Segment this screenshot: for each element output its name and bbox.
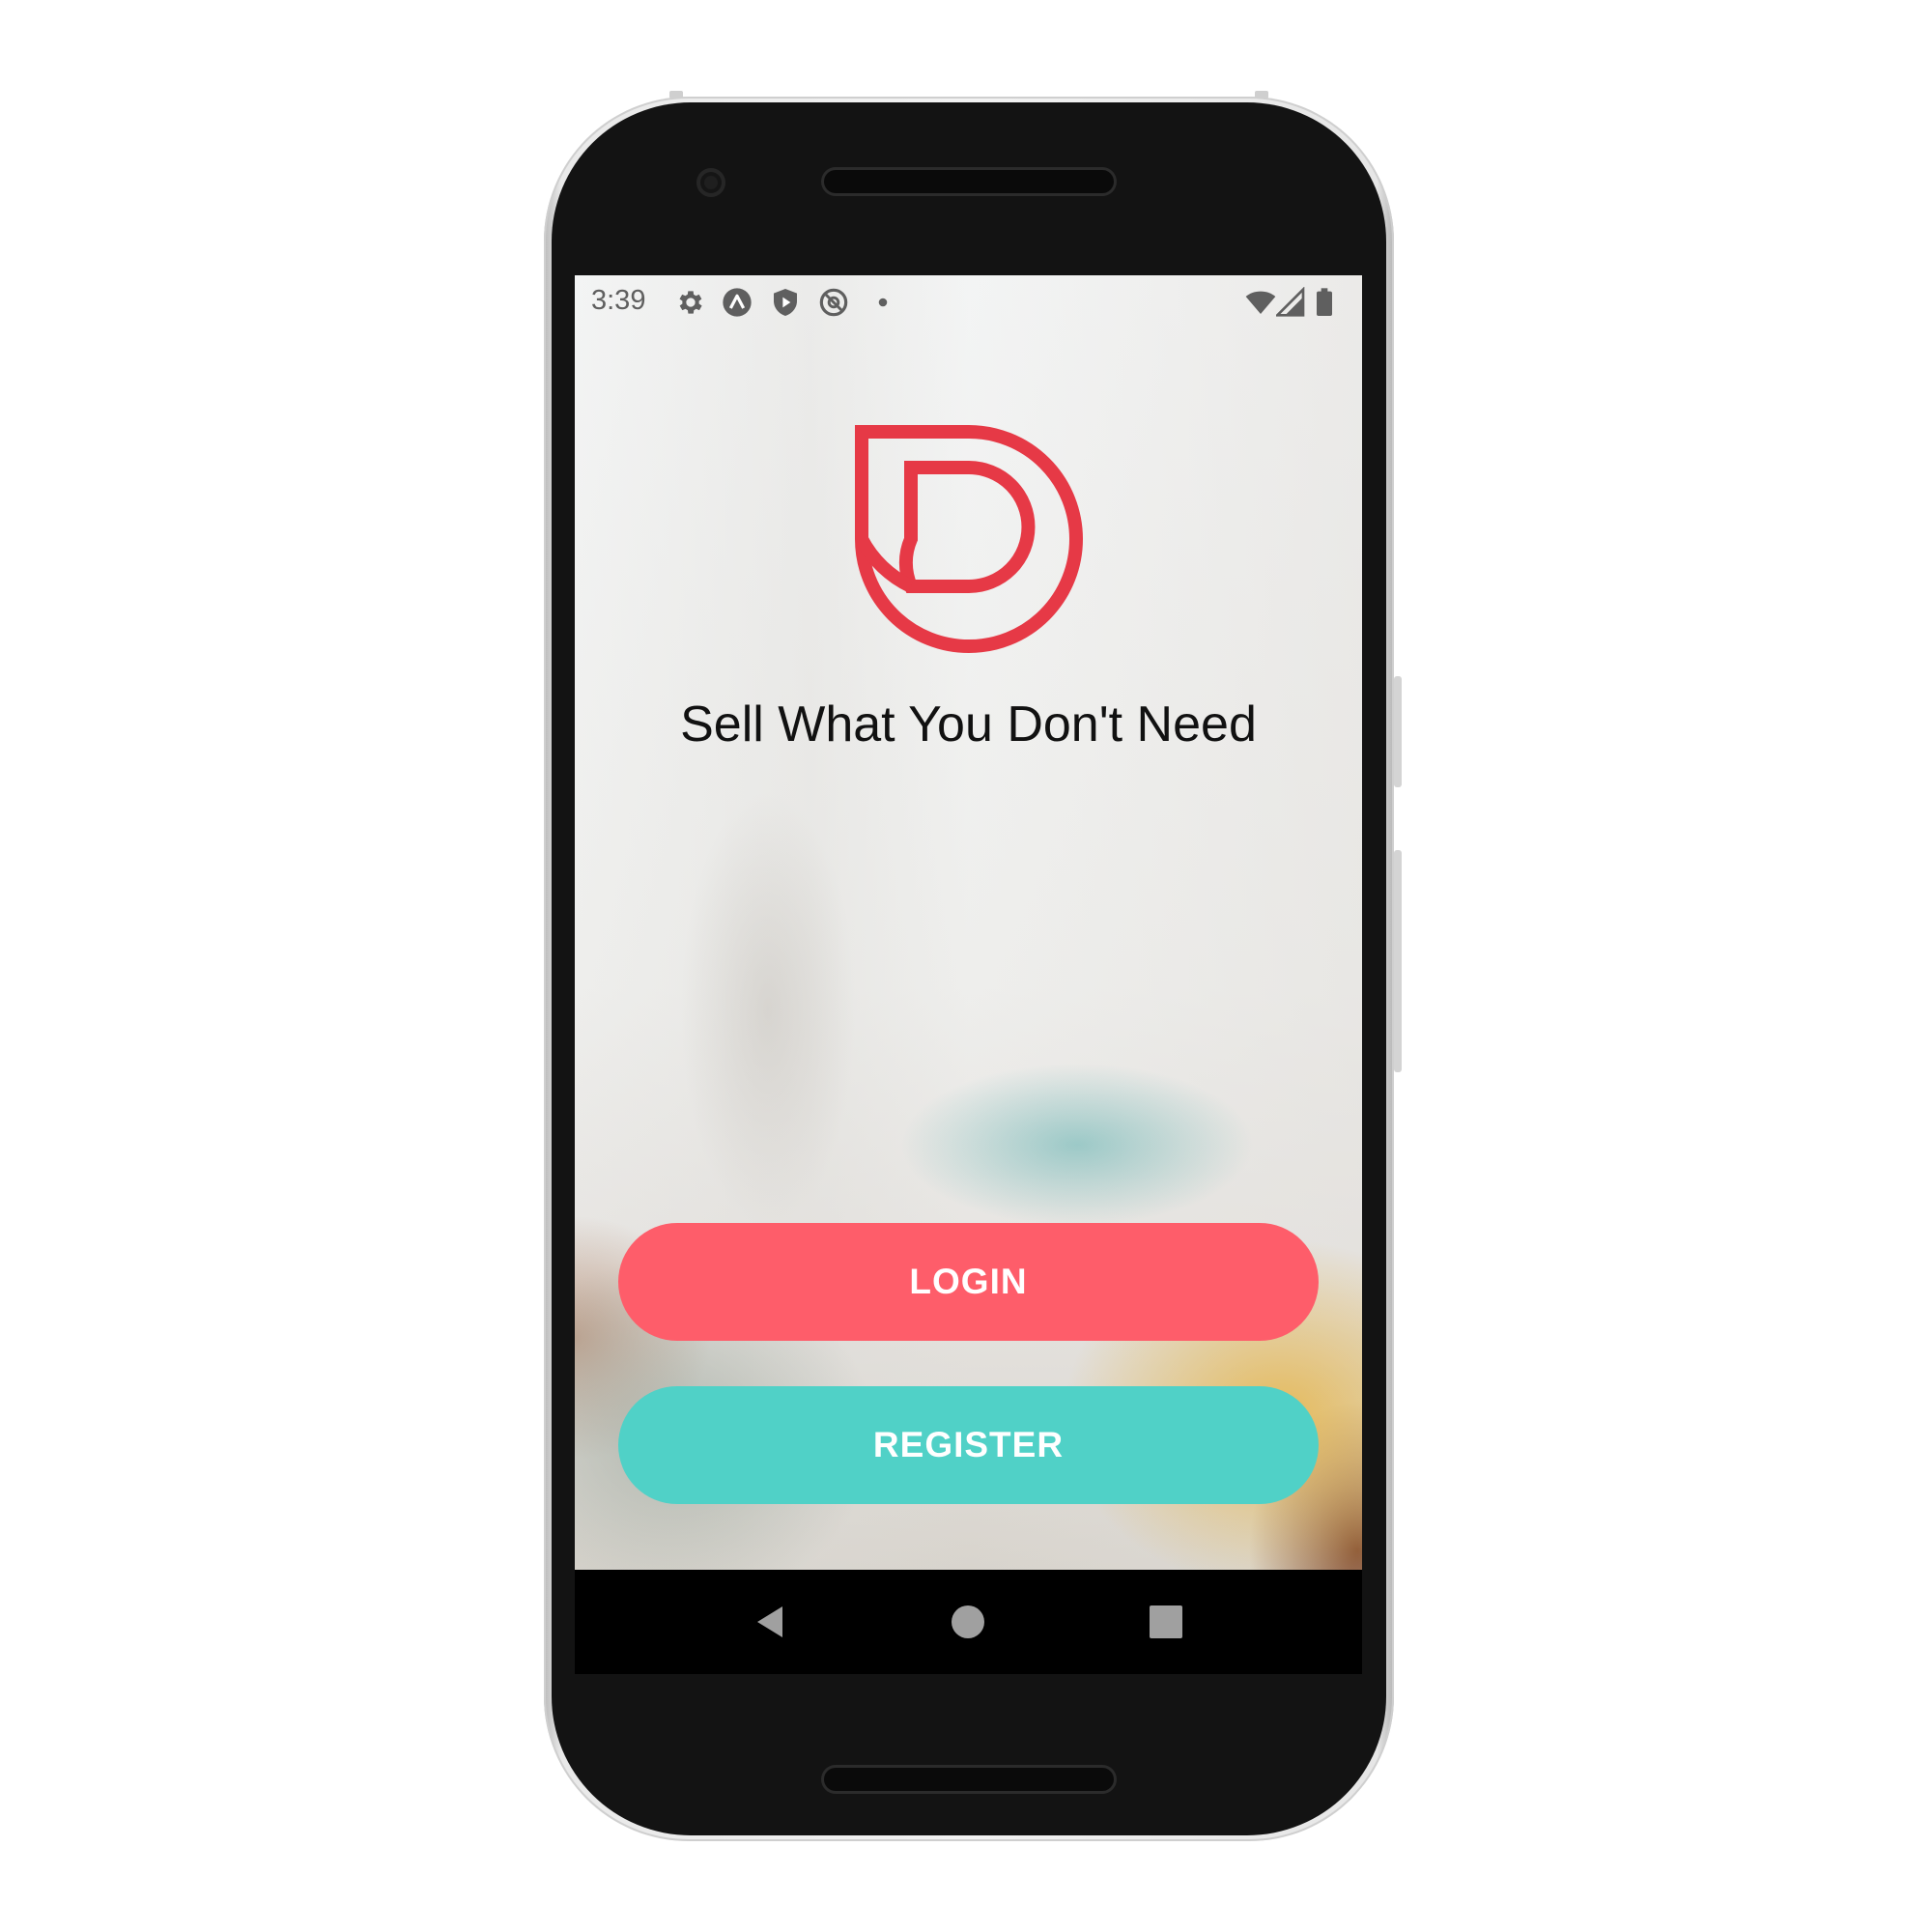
login-button-label: LOGIN: [909, 1262, 1028, 1301]
system-navigation-bar: [575, 1570, 1362, 1674]
bottom-speaker-grille: [824, 1768, 1114, 1791]
wifi-icon: [1245, 291, 1276, 314]
device-screen: 3:39 Sell What You Don't Need LOGIN REGI…: [575, 275, 1362, 1674]
power-button: [1394, 676, 1402, 787]
home-circle-icon[interactable]: [949, 1603, 987, 1641]
login-button[interactable]: LOGIN: [618, 1223, 1319, 1341]
cellular-signal-icon: [1276, 287, 1305, 317]
top-speaker-grille: [824, 170, 1114, 193]
volume-button: [1394, 850, 1402, 1072]
status-bar: 3:39: [575, 275, 1362, 329]
device-frame-stage: 3:39 Sell What You Don't Need LOGIN REGI…: [0, 0, 1932, 1932]
app-tagline: Sell What You Don't Need: [680, 696, 1257, 753]
battery-icon: [1317, 288, 1332, 316]
register-button-label: REGISTER: [872, 1425, 1065, 1464]
recents-square-icon[interactable]: [1147, 1603, 1185, 1641]
status-time: 3:39: [591, 285, 646, 316]
shield-play-icon: [774, 289, 797, 316]
top-edge-notch-left: [669, 91, 683, 99]
at-sign-icon: [819, 288, 848, 317]
top-edge-notch-right: [1255, 91, 1268, 99]
register-button[interactable]: REGISTER: [618, 1386, 1319, 1504]
back-triangle-icon[interactable]: [752, 1603, 790, 1641]
brand-d-logo-icon: [855, 425, 1083, 653]
gear-icon: [679, 291, 702, 314]
notification-dot-icon: [878, 298, 888, 307]
front-camera: [696, 168, 725, 197]
expo-icon: [723, 288, 752, 317]
